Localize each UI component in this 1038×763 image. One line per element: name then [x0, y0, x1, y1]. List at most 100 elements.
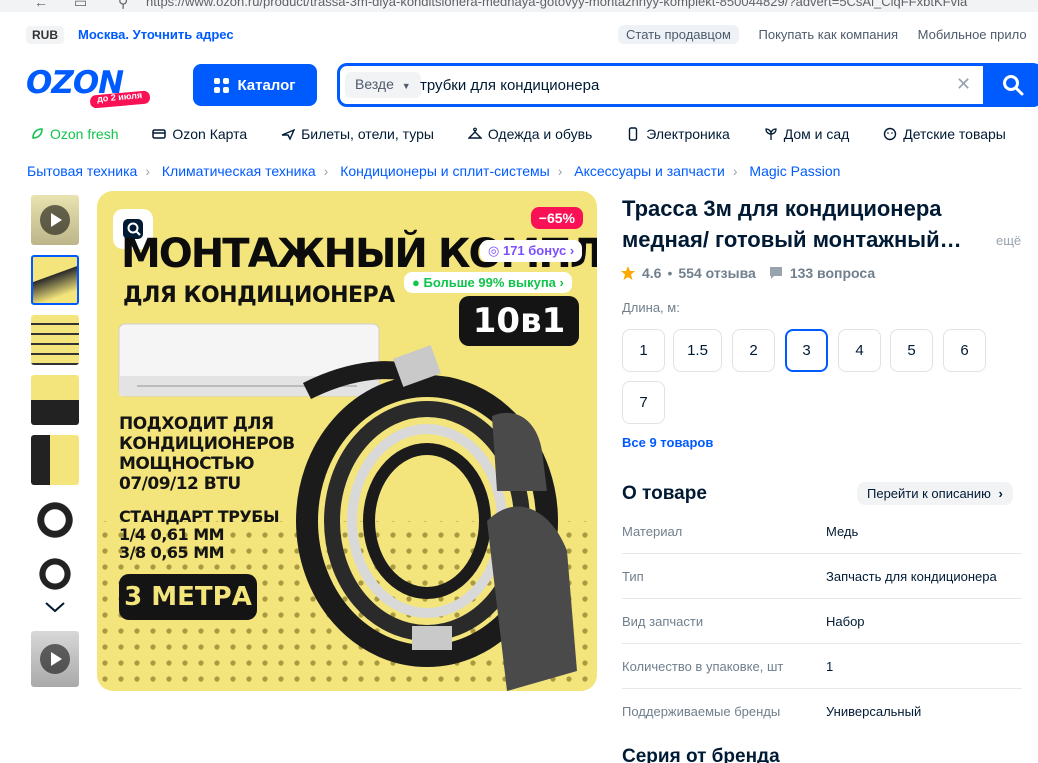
baby-icon: [884, 127, 897, 141]
breadcrumb-item[interactable]: Климатическая техника: [162, 163, 316, 179]
spec-value: Набор: [826, 614, 865, 629]
top-links: Стать продавцом Покупать как компания Мо…: [618, 25, 1038, 44]
spec-key: Материал: [622, 524, 683, 539]
search-button[interactable]: [983, 63, 1038, 107]
image-text-line: 1/4 0,61 ММ: [119, 525, 225, 544]
ozon-logo[interactable]: OZON до 2 июля: [26, 64, 156, 109]
image-fits-text: ПОДХОДИТ ДЛЯ КОНДИЦИОНЕРОВ МОЩНОСТЬЮ 07/…: [119, 414, 295, 494]
image-standard-text: СТАНДАРТ ТРУБЫ 1/4 0,61 ММ 3/8 0,65 ММ: [119, 507, 280, 562]
rating-row: 4.6 • 554 отзыва 133 вопроса: [620, 265, 875, 281]
hanger-icon: [467, 127, 482, 139]
search-input[interactable]: [420, 71, 920, 99]
menu-item-label: Ozon fresh: [50, 126, 119, 142]
leaf-icon: [32, 128, 43, 139]
specs-table: Материал Медь Тип Запчасть для кондицион…: [622, 509, 1022, 734]
back-icon[interactable]: ←: [34, 0, 48, 10]
spec-row: Материал Медь: [622, 509, 1022, 554]
length-option-selected[interactable]: 3: [785, 329, 828, 372]
buy-as-company-link[interactable]: Покупать как компания: [759, 27, 898, 42]
city-selector[interactable]: Москва. Уточнить адрес: [78, 27, 234, 42]
menu-item-kids[interactable]: Детские товары: [883, 126, 1006, 142]
check-icon: ●: [412, 275, 420, 290]
thumbnail-image[interactable]: [31, 255, 79, 305]
spec-row: Поддерживаемые бренды Универсальный: [622, 689, 1022, 734]
phone-icon: [629, 127, 638, 141]
length-option[interactable]: 4: [838, 329, 881, 372]
discount-badge: −65%: [530, 207, 583, 229]
image-text-line: 07/09/12 BTU: [119, 474, 241, 494]
length-option[interactable]: 7: [622, 381, 665, 424]
image-text-line: ПОДХОДИТ ДЛЯ: [119, 414, 274, 434]
rating-value: 4.6: [642, 265, 662, 281]
image-text-line: МОЩНОСТЬЮ: [119, 454, 255, 474]
bonus-icon: ◎: [488, 243, 500, 258]
thumbnails-scroll-down[interactable]: [31, 599, 79, 623]
spec-row: Вид запчасти Набор: [622, 599, 1022, 644]
menu-item-electronics[interactable]: Электроника: [626, 126, 730, 142]
all-goods-link[interactable]: Все 9 товаров: [622, 435, 713, 450]
length-option[interactable]: 1: [622, 329, 665, 372]
thumbnail-image[interactable]: [31, 435, 79, 485]
menu-item-label: Дом и сад: [783, 126, 850, 142]
page-info-icon[interactable]: ▭: [74, 0, 87, 11]
menu-item-ozon-card[interactable]: Ozon Карта: [152, 126, 247, 142]
menu-item-home-garden[interactable]: Дом и сад: [764, 126, 850, 142]
image-length-badge: 3 МЕТРА: [119, 574, 257, 620]
chevron-right-icon: ›: [145, 163, 151, 179]
search-scope-select[interactable]: Везде ▼: [345, 72, 421, 98]
thumbnail-image[interactable]: [31, 555, 79, 593]
clear-icon[interactable]: ✕: [956, 74, 971, 95]
currency-switch[interactable]: RUB: [26, 26, 64, 44]
thumbnail-image[interactable]: [31, 315, 79, 365]
become-seller-link[interactable]: Стать продавцом: [618, 25, 739, 44]
breadcrumb-item[interactable]: Аксессуары и запчасти: [574, 163, 725, 179]
search-icon: [1003, 75, 1024, 96]
buyout-badge[interactable]: ● Больше 99% выкупа ›: [404, 272, 572, 293]
chevron-right-icon: ›: [323, 163, 329, 179]
length-option[interactable]: 1.5: [673, 329, 722, 372]
spec-value: 1: [826, 659, 834, 674]
menu-item-label: Электроника: [646, 126, 730, 142]
bonus-label: 171 бонус: [502, 243, 567, 258]
image-text-line: СТАНДАРТ ТРУБЫ: [119, 507, 280, 526]
breadcrumb-item[interactable]: Magic Passion: [749, 163, 840, 179]
chevron-right-icon: ›: [998, 486, 1003, 501]
thumbnail-video[interactable]: [31, 631, 79, 687]
length-option[interactable]: 6: [943, 329, 986, 372]
grid-icon: [214, 77, 230, 93]
chevron-right-icon: ›: [557, 163, 563, 179]
tune-icon[interactable]: ⚲: [118, 0, 128, 11]
length-option[interactable]: 5: [890, 329, 933, 372]
menu-item-label: Одежда и обувь: [487, 126, 593, 142]
spec-key: Тип: [622, 569, 644, 584]
reviews-link[interactable]: 554 отзыва: [678, 265, 755, 281]
plant-icon: [765, 128, 777, 140]
mobile-app-link[interactable]: Мобильное прило: [918, 27, 1027, 42]
length-option[interactable]: 2: [732, 329, 775, 372]
thumbnail-image[interactable]: [31, 495, 79, 545]
goto-description-label: Перейти к описанию: [867, 486, 991, 501]
image-thumbnails: [31, 195, 81, 697]
play-icon: [40, 644, 70, 674]
menu-item-travel[interactable]: Билеты, отели, туры: [281, 126, 434, 142]
browser-address-bar[interactable]: ← ▭ ⚲ https://www.ozon.ru/product/trassa…: [0, 0, 1038, 12]
browser-url[interactable]: https://www.ozon.ru/product/trassa-3m-dl…: [146, 0, 967, 9]
plane-icon: [281, 128, 296, 141]
breadcrumb-item[interactable]: Бытовая техника: [27, 163, 137, 179]
thumbnail-image[interactable]: [31, 375, 79, 425]
chevron-right-icon: ›: [569, 243, 575, 258]
thumbnail-video[interactable]: [31, 195, 79, 245]
chevron-down-icon: ▼: [401, 81, 411, 91]
goto-description-button[interactable]: Перейти к описанию ›: [857, 482, 1013, 505]
bonus-badge[interactable]: ◎ 171 бонус ›: [480, 240, 583, 262]
menu-item-ozon-fresh[interactable]: Ozon fresh: [30, 126, 118, 142]
title-more-link[interactable]: ещё: [996, 233, 1021, 248]
catalog-button[interactable]: Каталог: [193, 64, 317, 106]
dot-separator: •: [667, 265, 673, 281]
questions-link[interactable]: 133 вопроса: [790, 265, 875, 281]
spec-key: Количество в упаковке, шт: [622, 659, 784, 674]
product-main-image[interactable]: −65% МОНТАЖНЫЙ КОМПЛЕКТ ◎ 171 бонус › ● …: [97, 191, 597, 691]
breadcrumb-item[interactable]: Кондиционеры и сплит-системы: [340, 163, 549, 179]
menu-item-clothes[interactable]: Одежда и обувь: [467, 126, 593, 142]
chevron-right-icon: ›: [732, 163, 738, 179]
